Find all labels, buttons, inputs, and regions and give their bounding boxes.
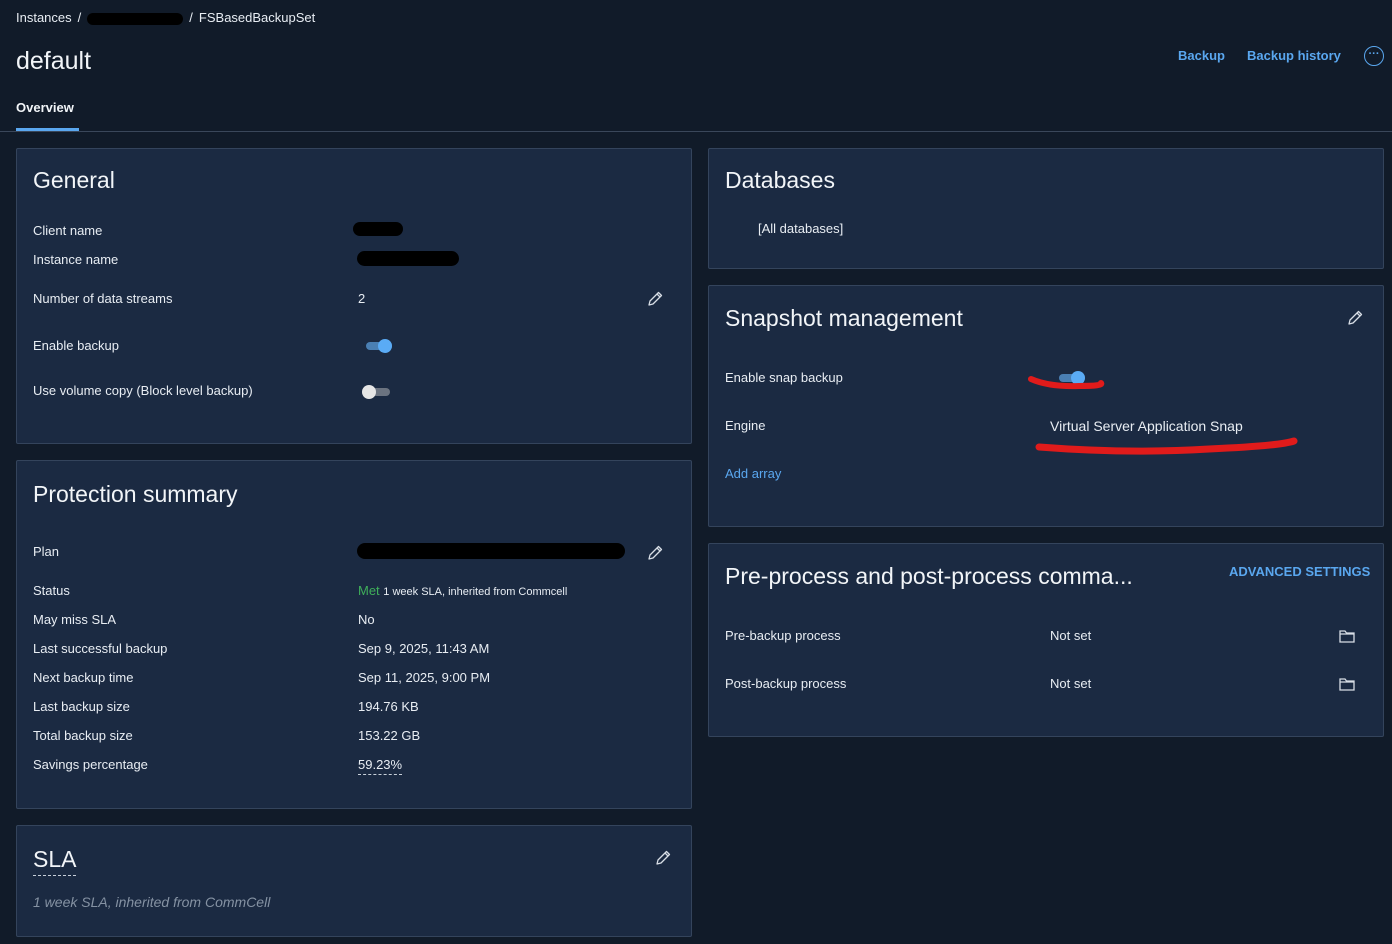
databases-card: Databases [All databases]: [708, 148, 1384, 269]
pre-backup-folder-icon[interactable]: [1338, 627, 1356, 645]
redacted-client-name: [353, 222, 403, 236]
redacted-breadcrumb: [87, 12, 184, 25]
post-backup-label: Post-backup process: [725, 676, 847, 691]
status-detail: 1 week SLA, inherited from Commcell: [383, 586, 568, 598]
savings-value[interactable]: 59.23%: [358, 757, 403, 775]
edit-plan-pencil-icon[interactable]: [646, 544, 664, 562]
last-backup-size-value: 194.76 KB: [358, 699, 419, 714]
status-badge: Met: [358, 583, 380, 598]
protection-summary-title: Protection summary: [33, 481, 238, 507]
last-backup-value: Sep 9, 2025, 11:43 AM: [358, 641, 490, 656]
backup-history-link[interactable]: Backup history: [1247, 48, 1341, 63]
pre-backup-value: Not set: [1050, 628, 1092, 643]
redacted-plan-link[interactable]: [357, 543, 625, 559]
next-backup-value: Sep 11, 2025, 9:00 PM: [358, 670, 491, 685]
redacted-instance-name: [357, 251, 459, 266]
plan-label: Plan: [33, 544, 60, 559]
prepost-title: Pre-process and post-process comma...: [725, 563, 1133, 589]
enable-backup-label: Enable backup: [33, 338, 120, 353]
edit-sla-pencil-icon[interactable]: [654, 849, 672, 867]
databases-value: [All databases]: [758, 221, 844, 236]
next-backup-label: Next backup time: [33, 670, 134, 685]
may-miss-sla-label: May miss SLA: [33, 612, 117, 627]
last-backup-size-label: Last backup size: [33, 699, 130, 714]
client-name-label: Client name: [33, 223, 103, 238]
pre-backup-label: Pre-backup process: [725, 628, 841, 643]
post-backup-folder-icon[interactable]: [1338, 675, 1356, 693]
databases-title: Databases: [725, 167, 835, 193]
post-backup-value: Not set: [1050, 676, 1092, 691]
general-title: General: [33, 167, 115, 193]
edit-general-pencil-icon[interactable]: [646, 290, 664, 308]
red-annotation-marks: [1028, 376, 1298, 455]
savings-label: Savings percentage: [33, 757, 148, 772]
volume-copy-label: Use volume copy (Block level backup): [33, 383, 253, 398]
data-streams-value: 2: [358, 291, 366, 306]
enable-backup-toggle[interactable]: [364, 339, 394, 353]
sla-title[interactable]: SLA: [33, 846, 77, 876]
tab-divider: [0, 131, 1392, 132]
more-options-icon[interactable]: ···: [1364, 46, 1384, 66]
breadcrumb-backupset: FSBasedBackupSet: [198, 10, 316, 25]
general-card: General Client name Instance name Number…: [16, 148, 692, 444]
prepost-card: Pre-process and post-process comma... AD…: [708, 543, 1384, 737]
sla-card: SLA 1 week SLA, inherited from CommCell: [16, 825, 692, 937]
advanced-settings-link[interactable]: ADVANCED SETTINGS: [1229, 564, 1370, 579]
may-miss-sla-value: No: [358, 612, 375, 627]
volume-copy-toggle[interactable]: [362, 385, 392, 399]
tab-overview[interactable]: Overview: [16, 100, 74, 115]
status-label: Status: [33, 583, 70, 598]
page-title: default: [16, 47, 92, 75]
snapshot-card: Snapshot management Enable snap backup E…: [708, 285, 1384, 527]
breadcrumb: Instances / / FSBasedBackupSet: [16, 10, 316, 25]
instance-name-label: Instance name: [33, 252, 119, 267]
breadcrumb-instances[interactable]: Instances: [16, 10, 72, 25]
data-streams-label: Number of data streams: [33, 291, 173, 306]
total-backup-size-value: 153.22 GB: [358, 728, 421, 743]
protection-summary-card: Protection summary Plan Status Met 1 wee…: [16, 460, 692, 809]
total-backup-size-label: Total backup size: [33, 728, 133, 743]
status-value: Met 1 week SLA, inherited from Commcell: [358, 583, 567, 598]
last-backup-label: Last successful backup: [33, 641, 168, 656]
backup-link[interactable]: Backup: [1178, 48, 1225, 63]
sla-description: 1 week SLA, inherited from CommCell: [33, 894, 271, 910]
